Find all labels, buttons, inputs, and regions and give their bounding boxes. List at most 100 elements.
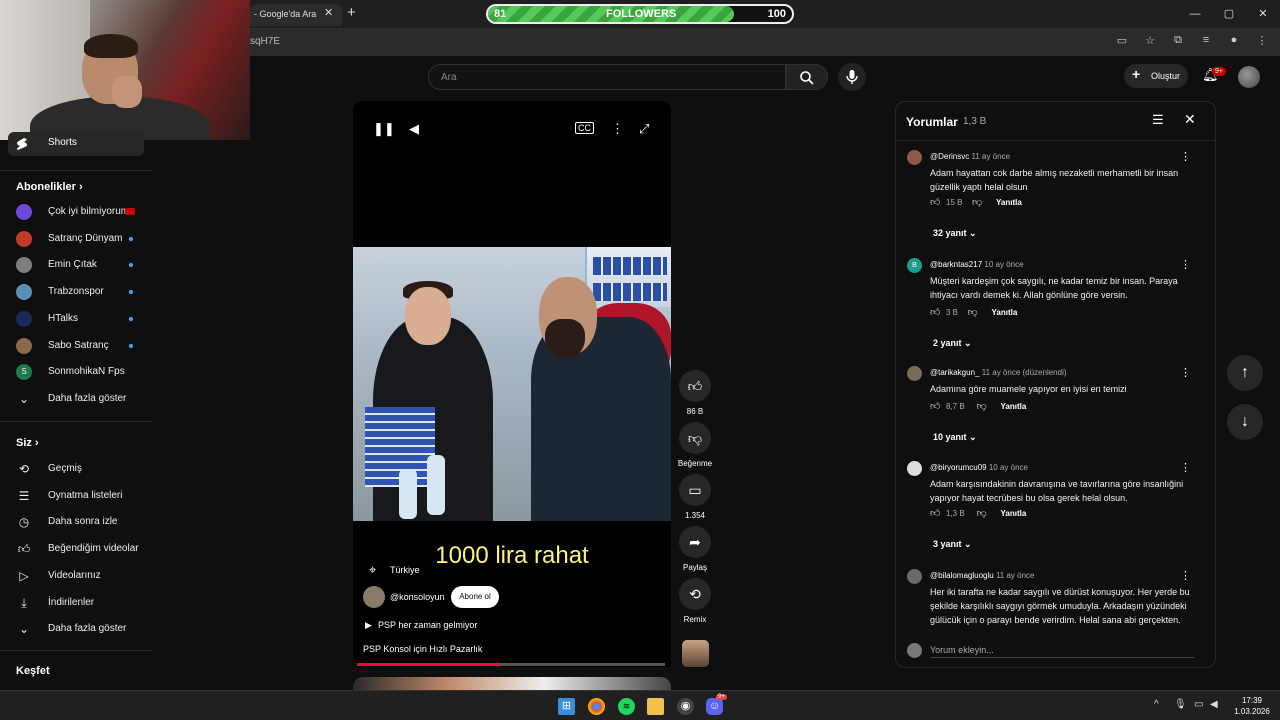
shorts-player[interactable]: ❚❚ ◀︎ CC ⋮ ⤢ 1000 lira rahat ⌖ Türkiye @… — [353, 101, 671, 667]
thumbs-down-icon[interactable]: 👎︎ — [968, 306, 978, 318]
file-explorer-icon[interactable] — [647, 698, 664, 715]
discord-icon[interactable]: ☺ — [706, 698, 723, 715]
thumbs-up-icon[interactable]: 👍︎ — [930, 400, 940, 412]
maximize-button[interactable]: ▢ — [1212, 0, 1246, 28]
video-progress-bar[interactable] — [357, 663, 665, 666]
sidebar-item-subscription[interactable]: Sabo Satranç — [0, 335, 153, 357]
comment-author[interactable]: @barkntas217 — [930, 260, 982, 269]
commenter-avatar[interactable] — [907, 569, 922, 584]
subscriptions-heading[interactable]: Abonelikler › — [16, 181, 83, 193]
remix-action[interactable]: ⟲ Remix — [679, 578, 711, 624]
volume-icon[interactable]: ◀︎ — [409, 121, 419, 137]
spotify-icon[interactable]: ≋ — [618, 698, 635, 715]
sidebar-item-subscription[interactable]: S SonmohikaN Fps — [0, 361, 153, 383]
thumbs-down-icon[interactable]: 👎︎ — [977, 400, 987, 412]
thumbs-up-icon[interactable]: 👍︎ — [930, 196, 940, 208]
cast-icon[interactable]: ▭ — [1114, 34, 1130, 47]
sidebar-item-watch-later[interactable]: ◷ Daha sonra izle — [0, 511, 153, 533]
previous-short-button[interactable]: ↑ — [1227, 355, 1263, 391]
system-clock[interactable]: 17:39 1.03.2026 — [1228, 695, 1276, 717]
new-tab-button[interactable]: + — [347, 4, 356, 21]
commenter-avatar[interactable] — [907, 366, 922, 381]
sidebar-item-subscription[interactable]: Çok iyi bilmiyorum — [0, 201, 153, 223]
comment-input[interactable] — [930, 642, 1194, 658]
sidebar-item-subscription[interactable]: Satranç Dünyam — [0, 228, 153, 250]
share-button[interactable]: ➦ — [679, 526, 711, 558]
reply-button[interactable]: Yanıtla — [992, 308, 1018, 317]
tray-display-icon[interactable]: ▭ — [1194, 699, 1203, 710]
tray-chevron-icon[interactable]: ^ — [1154, 699, 1159, 710]
sidebar-item-playlist[interactable]: ☰ Oynatma listeleri — [0, 485, 153, 507]
profile-icon[interactable]: ● — [1226, 34, 1242, 47]
sidebar-item-liked[interactable]: 👍︎ Beğendiğim videolar — [0, 538, 153, 560]
dislike-action[interactable]: 👎︎ Beğenme — [678, 422, 712, 468]
like-action[interactable]: 👍︎ 86 B — [679, 370, 711, 416]
search-input[interactable]: Ara — [428, 64, 786, 90]
search-button[interactable] — [786, 64, 828, 90]
obs-icon[interactable]: ◉ — [677, 698, 694, 715]
sidebar-item-subscription[interactable]: Emin Çıtak — [0, 254, 153, 276]
media-control-icon[interactable]: ≡ — [1198, 34, 1214, 47]
comment-menu-icon[interactable]: ⋮ — [1180, 569, 1191, 582]
bookmark-star-icon[interactable]: ☆ — [1142, 34, 1158, 47]
show-more-subscriptions[interactable]: ⌄ Daha fazla göster — [0, 388, 153, 410]
thumbs-up-icon[interactable]: 👍︎ — [930, 507, 940, 519]
you-heading[interactable]: Siz › — [16, 437, 39, 449]
view-replies-button[interactable]: 2 yanıt ⌄ — [933, 338, 972, 349]
commenter-avatar[interactable] — [907, 150, 922, 165]
commenter-avatar[interactable]: B — [907, 258, 922, 273]
comment-author[interactable]: @bilalomagluoglu — [930, 571, 994, 580]
create-button[interactable]: + Oluştur — [1124, 64, 1188, 88]
channel-avatar[interactable] — [363, 586, 385, 608]
thumbs-up-icon[interactable]: 👍︎ — [930, 306, 940, 318]
tray-mic-icon[interactable]: 🎙︎ — [1174, 699, 1187, 710]
like-button[interactable]: 👍︎ — [679, 370, 711, 402]
thumbs-down-icon[interactable]: 👎︎ — [977, 507, 987, 519]
subscribe-button[interactable]: Abone ol — [451, 586, 499, 608]
next-short-button[interactable]: ↓ — [1227, 404, 1263, 440]
sound-thumbnail[interactable] — [682, 640, 709, 667]
sidebar-item-subscription[interactable]: HTalks — [0, 308, 153, 330]
minimize-button[interactable]: — — [1178, 0, 1212, 28]
comment-action[interactable]: ▭ 1.354 — [679, 474, 711, 520]
windows-start-icon[interactable]: ⊞ — [558, 698, 575, 715]
comment-menu-icon[interactable]: ⋮ — [1180, 461, 1191, 474]
share-action[interactable]: ➦ Paylaş — [679, 526, 711, 572]
pause-icon[interactable]: ❚❚ — [373, 121, 395, 137]
close-icon[interactable]: ✕ — [1184, 111, 1196, 128]
video-location[interactable]: Türkiye — [390, 565, 420, 575]
sidebar-item-history[interactable]: ⟲ Geçmiş — [0, 458, 153, 480]
next-short-thumbnail[interactable] — [353, 677, 671, 690]
tray-volume-icon[interactable]: ◀︎ — [1210, 699, 1218, 710]
show-more-you[interactable]: ⌄ Daha fazla göster — [0, 618, 153, 640]
reply-button[interactable]: Yanıtla — [996, 198, 1022, 207]
reply-button[interactable]: Yanıtla — [1001, 402, 1027, 411]
channel-name[interactable]: @konsoloyun — [390, 592, 445, 602]
comment-menu-icon[interactable]: ⋮ — [1180, 150, 1191, 163]
thumbs-down-icon[interactable]: 👎︎ — [972, 196, 982, 208]
music-title[interactable]: PSP her zaman gelmiyor — [378, 620, 477, 630]
remix-button[interactable]: ⟲ — [679, 578, 711, 610]
view-replies-button[interactable]: 10 yanıt ⌄ — [933, 432, 977, 443]
commenter-avatar[interactable] — [907, 461, 922, 476]
fullscreen-icon[interactable]: ⤢ — [639, 121, 649, 137]
captions-icon[interactable]: CC — [575, 122, 594, 134]
video-title[interactable]: PSP Konsol için Hızlı Pazarlık — [363, 644, 482, 654]
video-frame[interactable] — [353, 247, 671, 521]
dislike-button[interactable]: 👎︎ — [679, 422, 711, 454]
sort-icon[interactable]: ☰ — [1152, 112, 1164, 128]
chrome-icon[interactable] — [588, 698, 605, 715]
voice-search-button[interactable] — [838, 63, 866, 91]
sidebar-item-your-videos[interactable]: ▷ Videolarınız — [0, 565, 153, 587]
close-window-button[interactable]: ✕ — [1246, 0, 1280, 28]
extensions-icon[interactable]: ⧉ — [1170, 34, 1186, 47]
url-field[interactable]: sqH7E — [250, 36, 280, 47]
more-options-icon[interactable]: ⋮ — [611, 121, 624, 137]
comment-menu-icon[interactable]: ⋮ — [1180, 366, 1191, 379]
comment-author[interactable]: @Derinsvc — [930, 152, 969, 161]
tab-close-icon[interactable]: ✕ — [324, 6, 333, 19]
sidebar-item-shorts[interactable]: Shorts — [8, 132, 144, 156]
reply-button[interactable]: Yanıtla — [1001, 509, 1027, 518]
explore-heading[interactable]: Keşfet — [16, 665, 50, 677]
comment-author[interactable]: @biryorumcu09 — [930, 463, 987, 472]
